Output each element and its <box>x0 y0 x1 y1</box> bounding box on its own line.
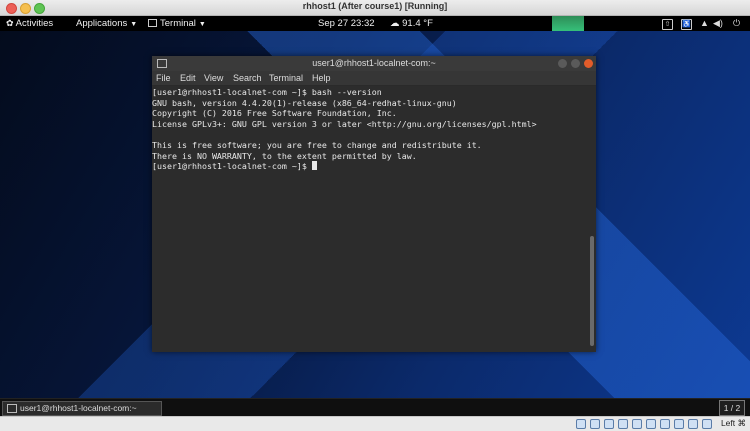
accessibility-icon[interactable]: ♿ <box>681 19 692 30</box>
gnome-top-bar: ✿ Activities Applications ▼ Terminal ▼ Sep… <box>0 16 750 31</box>
terminal-titlebar[interactable]: user1@rhhost1-localnet-com:~ <box>152 56 596 71</box>
terminal-output[interactable]: [user1@rhhost1-localnet-com ~]$ bash --v… <box>152 86 596 352</box>
activities-button[interactable]: ✿ Activities <box>6 18 53 29</box>
host-window-title: rhhost1 (After course1) [Running] <box>302 1 448 11</box>
usb-icon[interactable] <box>632 419 642 429</box>
taskbar-window-button[interactable]: user1@rhhost1-localnet-com:~ <box>2 401 162 416</box>
terminal-menu-label: Terminal <box>160 18 196 29</box>
activities-label: Activities <box>15 18 54 29</box>
menu-search[interactable]: Search <box>233 73 262 83</box>
terminal-line: This is free software; you are free to c… <box>152 139 482 150</box>
volume-icon[interactable]: ◀) <box>713 18 723 29</box>
weather-icon: ☁ <box>390 18 400 29</box>
mouse-integration-icon[interactable] <box>702 419 712 429</box>
scrollbar[interactable] <box>590 236 594 346</box>
applications-label: Applications <box>76 18 128 29</box>
display-icon[interactable] <box>660 419 670 429</box>
workspace-switcher[interactable]: 1 / 2 <box>719 400 745 416</box>
dropdown-arrow-icon: ▼ <box>198 21 206 28</box>
prompt-text: [user1@rhhost1-localnet-com ~]$ <box>152 161 312 172</box>
weather-indicator[interactable]: ☁ 91.4 °F <box>390 18 433 29</box>
host-window-titlebar: rhhost1 (After course1) [Running] <box>0 0 750 16</box>
terminal-line: GNU bash, version 4.4.20(1)-release (x86… <box>152 97 457 108</box>
terminal-line: [user1@rhhost1-localnet-com ~]$ bash --v… <box>152 87 382 97</box>
applications-menu[interactable]: Applications ▼ <box>76 18 137 29</box>
audio-icon[interactable] <box>604 419 614 429</box>
weather-temp: 91.4 °F <box>402 18 433 29</box>
optical-drive-icon[interactable] <box>590 419 600 429</box>
host-status-bar: Left ⌘ <box>0 416 750 431</box>
clock[interactable]: Sep 27 23:32 <box>318 18 375 29</box>
cpu-icon[interactable] <box>688 419 698 429</box>
network-icon[interactable]: ▲ <box>700 18 709 28</box>
text-cursor <box>311 161 317 171</box>
menu-edit[interactable]: Edit <box>180 73 196 83</box>
menu-help[interactable]: Help <box>312 73 331 83</box>
terminal-icon <box>7 404 17 413</box>
power-icon[interactable]: ⏻ <box>733 18 740 29</box>
menu-file[interactable]: File <box>156 73 171 83</box>
status-indicator <box>552 16 584 31</box>
guest-desktop: ✿ Activities Applications ▼ Terminal ▼ Sep… <box>0 16 750 416</box>
terminal-icon <box>148 19 157 27</box>
menu-terminal[interactable]: Terminal <box>269 73 303 83</box>
close-button[interactable] <box>584 59 593 68</box>
terminal-menubar: File Edit View Search Terminal Help <box>152 71 596 86</box>
network-adapter-icon[interactable] <box>618 419 628 429</box>
terminal-text: [user1@rhhost1-localnet-com ~]$ bash --v… <box>152 87 537 172</box>
harddisk-icon[interactable] <box>576 419 586 429</box>
shortcut-icon[interactable]: ⇧ <box>662 19 673 30</box>
terminal-line: There is NO WARRANTY, to the extent perm… <box>152 150 417 161</box>
taskbar-window-label: user1@rhhost1-localnet-com:~ <box>20 403 137 413</box>
maximize-button[interactable] <box>571 59 580 68</box>
recording-icon[interactable] <box>674 419 684 429</box>
terminal-window[interactable]: user1@rhhost1-localnet-com:~ File Edit V… <box>152 56 596 352</box>
dropdown-arrow-icon: ▼ <box>130 21 138 28</box>
terminal-line: License GPLv3+: GNU GPL version 3 or lat… <box>152 118 537 129</box>
prompt-line: [user1@rhhost1-localnet-com ~]$ <box>152 161 537 172</box>
minimize-button[interactable] <box>558 59 567 68</box>
shared-folder-icon[interactable] <box>646 419 656 429</box>
window-list-panel: user1@rhhost1-localnet-com:~ 1 / 2 <box>0 398 750 416</box>
terminal-app-menu[interactable]: Terminal ▼ <box>148 18 206 29</box>
terminal-title: user1@rhhost1-localnet-com:~ <box>312 58 436 68</box>
activities-icon: ✿ <box>6 18 14 28</box>
terminal-line: Copyright (C) 2016 Free Software Foundat… <box>152 108 397 119</box>
menu-view[interactable]: View <box>204 73 223 83</box>
host-key-label: Left ⌘ <box>720 418 746 428</box>
